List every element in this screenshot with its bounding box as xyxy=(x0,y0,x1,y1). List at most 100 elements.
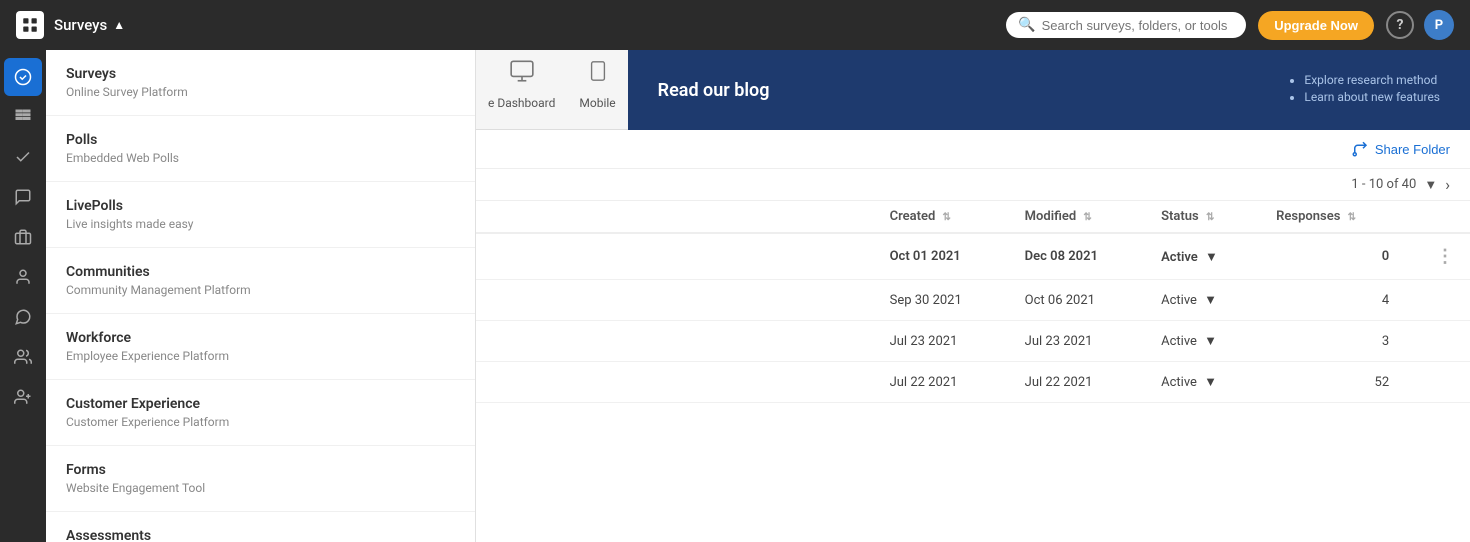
dropdown-title-polls: Polls xyxy=(66,132,455,148)
app-title[interactable]: Surveys xyxy=(54,16,107,34)
dropdown-title-assessments: Assessments xyxy=(66,528,455,542)
dropdown-subtitle-cx: Customer Experience Platform xyxy=(66,415,455,429)
dropdown-item-cx[interactable]: Customer Experience Customer Experience … xyxy=(46,380,475,446)
col-created[interactable]: Created ⇅ xyxy=(874,201,1009,233)
status-dropdown-2[interactable]: ▼ xyxy=(1204,293,1217,308)
table-row: Jul 23 2021 Jul 23 2021 Active ▼ 3 xyxy=(476,321,1470,362)
search-input[interactable] xyxy=(1042,18,1235,33)
dropdown-subtitle-workforce: Employee Experience Platform xyxy=(66,349,455,363)
blog-banner-links: Explore research method Learn about new … xyxy=(1288,73,1440,107)
cell-status-3: Active ▼ xyxy=(1145,321,1260,362)
cell-created-1: Oct 01 2021 xyxy=(874,233,1009,280)
blog-banner[interactable]: Read our blog Explore research method Le… xyxy=(628,50,1470,130)
col-modified[interactable]: Modified ⇅ xyxy=(1009,201,1145,233)
product-dropdown: Surveys Online Survey Platform Polls Emb… xyxy=(46,50,476,542)
sidebar-icon-briefcase[interactable] xyxy=(4,218,42,256)
cell-responses-1: 0 xyxy=(1260,233,1405,280)
table-row: Sep 30 2021 Oct 06 2021 Active ▼ 4 xyxy=(476,280,1470,321)
sort-responses-icon: ⇅ xyxy=(1348,212,1356,223)
dropdown-subtitle-surveys: Online Survey Platform xyxy=(66,85,455,99)
status-dropdown-4[interactable]: ▼ xyxy=(1204,375,1217,390)
share-folder-label: Share Folder xyxy=(1375,142,1450,157)
cell-menu-1[interactable]: ⋮ xyxy=(1405,233,1470,280)
dropdown-title-livepolls: LivePolls xyxy=(66,198,455,214)
sidebar-icons xyxy=(0,50,46,542)
status-dropdown-1[interactable]: ▼ xyxy=(1205,250,1218,265)
pagination-next-icon[interactable]: › xyxy=(1445,175,1450,194)
dropdown-item-surveys[interactable]: Surveys Online Survey Platform xyxy=(46,50,475,116)
pagination-dropdown-icon[interactable]: ▼ xyxy=(1424,177,1437,193)
app-logo xyxy=(16,11,44,39)
share-folder-icon xyxy=(1351,140,1369,158)
sidebar-icon-chat[interactable] xyxy=(4,178,42,216)
share-folder-button[interactable]: Share Folder xyxy=(1351,140,1450,158)
title-chevron-icon[interactable]: ▲ xyxy=(113,18,125,32)
dropdown-title-workforce: Workforce xyxy=(66,330,455,346)
help-button[interactable]: ? xyxy=(1386,11,1414,39)
col-status[interactable]: Status ⇅ xyxy=(1145,201,1260,233)
cell-modified-4: Jul 22 2021 xyxy=(1009,362,1145,403)
table-row: Oct 01 2021 Dec 08 2021 Active ▼ 0 ⋮ xyxy=(476,233,1470,280)
cell-modified-1: Dec 08 2021 xyxy=(1009,233,1145,280)
table-row: Jul 22 2021 Jul 22 2021 Active ▼ 52 xyxy=(476,362,1470,403)
blog-link-2[interactable]: Learn about new features xyxy=(1304,90,1440,104)
cell-name-3 xyxy=(476,321,874,362)
dropdown-item-workforce[interactable]: Workforce Employee Experience Platform xyxy=(46,314,475,380)
upgrade-button[interactable]: Upgrade Now xyxy=(1258,11,1374,40)
tab-dashboard-label: e Dashboard xyxy=(488,96,555,110)
dropdown-subtitle-forms: Website Engagement Tool xyxy=(66,481,455,495)
tab-mobile[interactable]: Mobile xyxy=(567,50,627,129)
dropdown-subtitle-communities: Community Management Platform xyxy=(66,283,455,297)
cell-modified-2: Oct 06 2021 xyxy=(1009,280,1145,321)
dashboard-icon xyxy=(509,58,535,90)
sort-created-icon: ⇅ xyxy=(943,212,951,223)
cell-menu-2[interactable] xyxy=(1405,280,1470,321)
col-actions xyxy=(1405,201,1470,233)
sidebar-icon-people[interactable] xyxy=(4,378,42,416)
blog-banner-title: Read our blog xyxy=(658,80,770,101)
col-name xyxy=(476,201,874,233)
search-box: 🔍 xyxy=(1006,12,1246,38)
cell-responses-3: 3 xyxy=(1260,321,1405,362)
dropdown-item-forms[interactable]: Forms Website Engagement Tool xyxy=(46,446,475,512)
dropdown-subtitle-livepolls: Live insights made easy xyxy=(66,217,455,231)
sidebar-icon-check[interactable] xyxy=(4,138,42,176)
dropdown-item-communities[interactable]: Communities Community Management Platfor… xyxy=(46,248,475,314)
tab-dashboard[interactable]: e Dashboard xyxy=(476,50,567,129)
sidebar-icon-polls[interactable] xyxy=(4,98,42,136)
main-layout: Surveys Online Survey Platform Polls Emb… xyxy=(0,50,1470,542)
avatar[interactable]: P xyxy=(1424,10,1454,40)
topbar: Surveys ▲ 🔍 Upgrade Now ? P xyxy=(0,0,1470,50)
dropdown-item-livepolls[interactable]: LivePolls Live insights made easy xyxy=(46,182,475,248)
pagination-bar: 1 - 10 of 40 ▼ › xyxy=(476,169,1470,201)
cell-responses-4: 52 xyxy=(1260,362,1405,403)
sidebar-icon-comment[interactable] xyxy=(4,298,42,336)
cell-modified-3: Jul 23 2021 xyxy=(1009,321,1145,362)
status-dropdown-3[interactable]: ▼ xyxy=(1204,334,1217,349)
cell-responses-2: 4 xyxy=(1260,280,1405,321)
content-area: e Dashboard Mobile Read our blog Explore… xyxy=(476,50,1470,542)
cell-menu-4[interactable] xyxy=(1405,362,1470,403)
dropdown-title-forms: Forms xyxy=(66,462,455,478)
cell-created-2: Sep 30 2021 xyxy=(874,280,1009,321)
sidebar-icon-group[interactable] xyxy=(4,338,42,376)
cell-status-1: Active ▼ xyxy=(1145,233,1260,280)
cell-menu-3[interactable] xyxy=(1405,321,1470,362)
pagination-range: 1 - 10 of 40 xyxy=(1351,177,1416,192)
mobile-icon xyxy=(587,58,609,90)
cell-created-3: Jul 23 2021 xyxy=(874,321,1009,362)
sort-status-icon: ⇅ xyxy=(1206,212,1214,223)
cell-created-4: Jul 22 2021 xyxy=(874,362,1009,403)
cell-name-1 xyxy=(476,233,874,280)
sidebar-icon-survey[interactable] xyxy=(4,58,42,96)
cell-status-2: Active ▼ xyxy=(1145,280,1260,321)
sidebar-icon-user[interactable] xyxy=(4,258,42,296)
dropdown-item-assessments[interactable]: Assessments Vendor Risk Management xyxy=(46,512,475,542)
blog-link-1[interactable]: Explore research method xyxy=(1304,73,1440,87)
surveys-table: Created ⇅ Modified ⇅ Status ⇅ Responses … xyxy=(476,201,1470,403)
dropdown-title-surveys: Surveys xyxy=(66,66,455,82)
col-responses[interactable]: Responses ⇅ xyxy=(1260,201,1405,233)
search-icon: 🔍 xyxy=(1018,17,1035,33)
dropdown-title-communities: Communities xyxy=(66,264,455,280)
dropdown-item-polls[interactable]: Polls Embedded Web Polls xyxy=(46,116,475,182)
